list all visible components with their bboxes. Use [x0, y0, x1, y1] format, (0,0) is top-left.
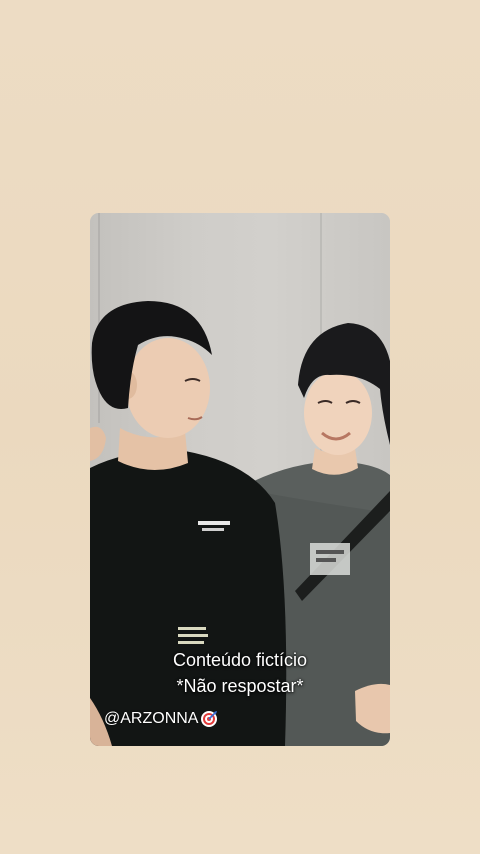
watermark-handle: @ARZONNA [104, 710, 199, 727]
video-card[interactable]: Conteúdo fictício *Não respostar* @ARZON… [90, 213, 390, 746]
caption-line-1: Conteúdo fictício [172, 650, 308, 670]
target-icon [200, 710, 218, 728]
watermark: @ARZONNA [104, 708, 218, 730]
caption-line-2: *Não respostar* [176, 676, 304, 696]
